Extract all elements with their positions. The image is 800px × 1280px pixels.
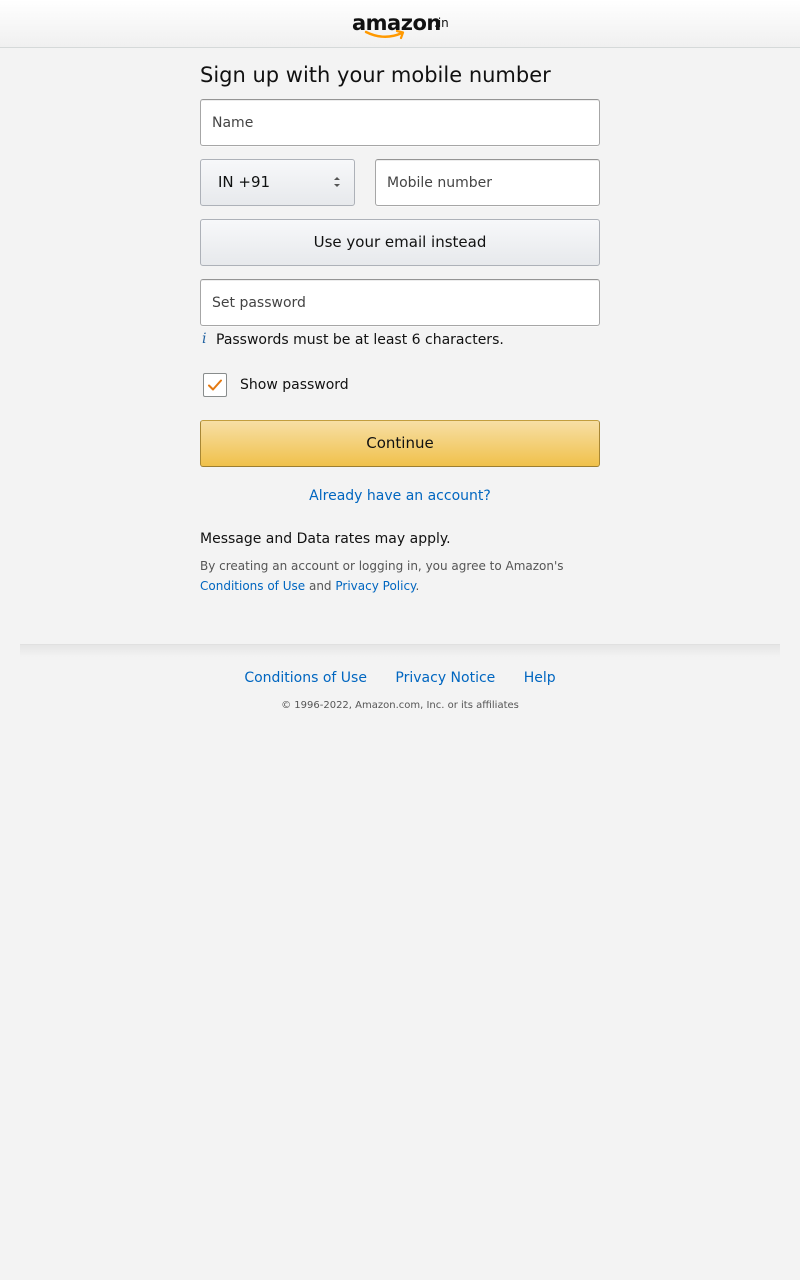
info-icon: i [202,331,207,347]
footer-privacy-notice-link[interactable]: Privacy Notice [395,670,495,686]
show-password-label[interactable]: Show password [240,377,349,393]
select-arrows-icon [334,177,340,187]
country-code-value: IN +91 [218,173,271,191]
logo-smile-icon [364,30,405,40]
password-hint-text: Passwords must be at least 6 characters. [216,332,504,348]
period-text: . [415,579,420,593]
footer-conditions-link[interactable]: Conditions of Use [244,670,367,686]
footer-links: Conditions of Use Privacy Notice Help [0,670,800,686]
agreement-links: Conditions of Use and Privacy Policy. [200,579,419,593]
password-placeholder: Set password [212,295,306,311]
page-title: Sign up with your mobile number [200,63,551,87]
conditions-of-use-link[interactable]: Conditions of Use [200,579,305,593]
copyright: © 1996-2022, Amazon.com, Inc. or its aff… [281,700,519,711]
show-password-checkbox[interactable] [203,373,227,397]
and-text: and [308,579,332,593]
header-bar: amazon .in [0,0,800,48]
mobile-number-input[interactable]: Mobile number [375,159,600,206]
checkmark-icon [208,379,222,391]
logo-suffix: .in [434,16,449,30]
footer-help-link[interactable]: Help [524,670,556,686]
continue-button[interactable]: Continue [200,420,600,467]
mobile-placeholder: Mobile number [387,175,493,191]
amazon-logo[interactable]: amazon .in [352,10,452,40]
name-placeholder: Name [212,115,254,131]
password-input[interactable]: Set password [200,279,600,326]
agreement-text: By creating an account or logging in, yo… [200,559,564,573]
country-code-select[interactable]: IN +91 [200,159,355,206]
use-email-button[interactable]: Use your email instead [200,219,600,266]
privacy-policy-link[interactable]: Privacy Policy [335,579,415,593]
signin-link[interactable]: Already have an account? [200,488,600,504]
name-input[interactable]: Name [200,99,600,146]
rates-notice: Message and Data rates may apply. [200,531,451,547]
